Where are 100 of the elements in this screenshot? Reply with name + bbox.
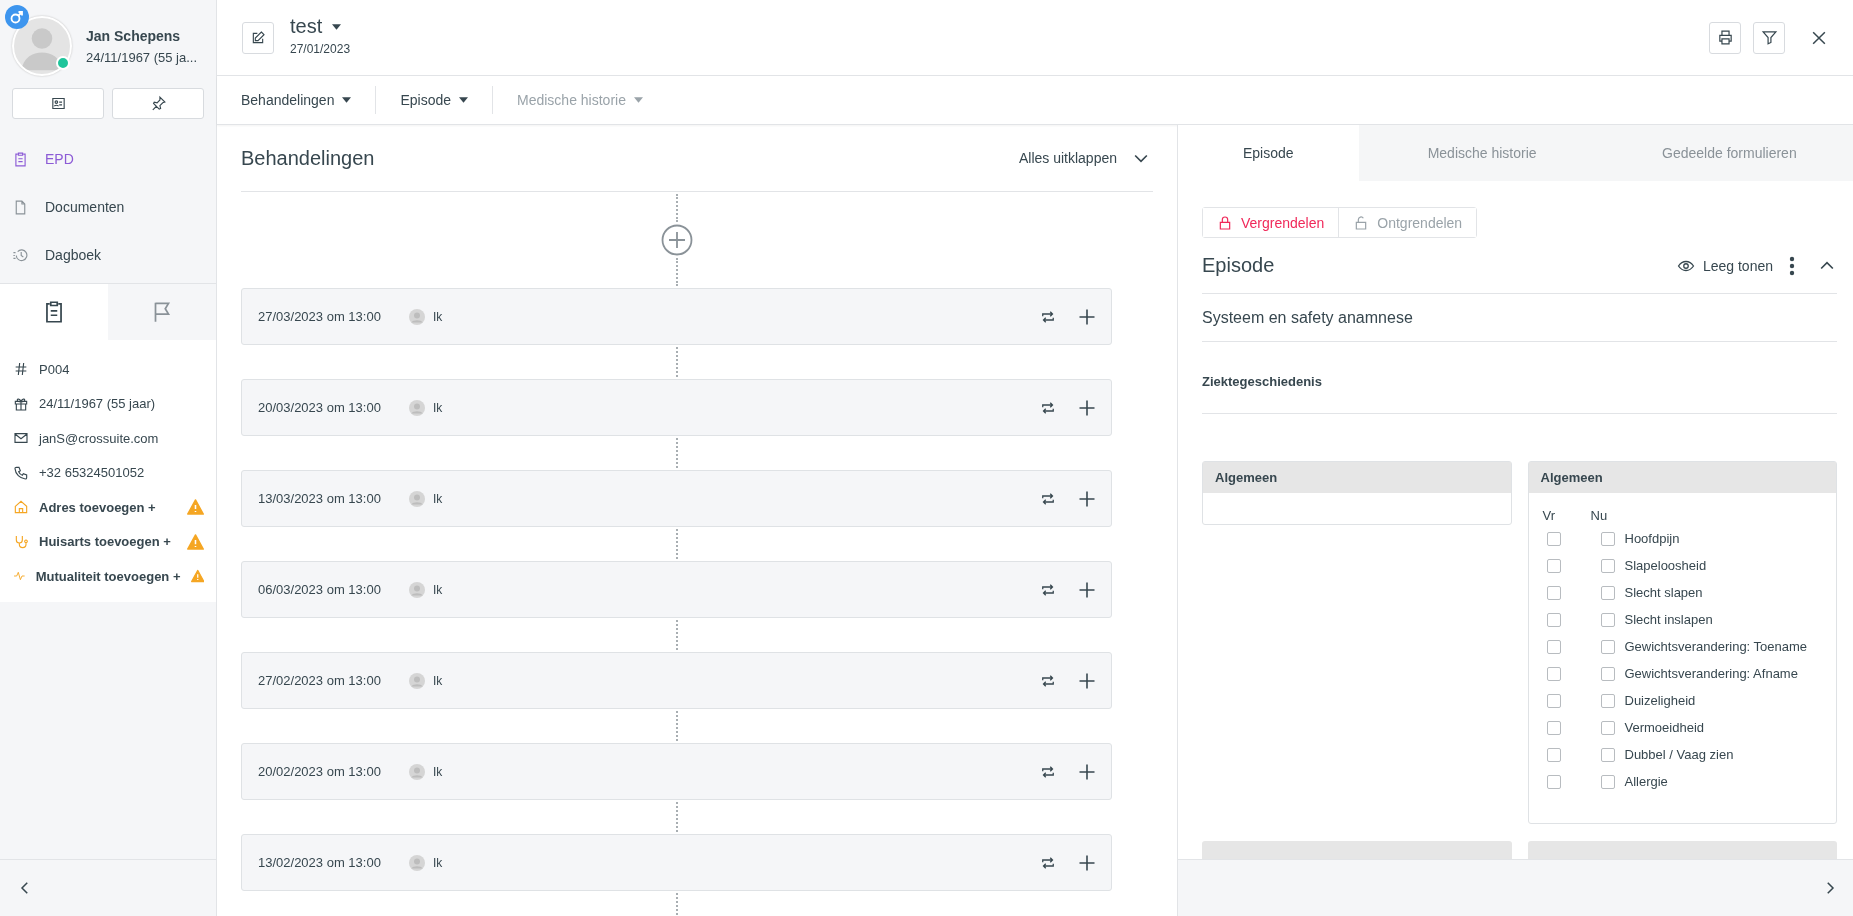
subsection-title: Systeem en safety anamnese xyxy=(1202,294,1837,342)
column-header: Nu xyxy=(1590,507,1609,523)
column-header: Vr xyxy=(1542,507,1557,523)
clipboard-icon xyxy=(12,150,29,168)
sidebar-nav-item[interactable]: Documenten xyxy=(0,183,216,231)
panel-header: Algemeen xyxy=(1203,462,1511,493)
caret-icon xyxy=(342,97,352,103)
show-empty-toggle[interactable]: Leeg tonen xyxy=(1676,256,1773,275)
add-link[interactable]: Adres toevoegen + xyxy=(39,499,177,515)
treatment-user: Ik xyxy=(432,582,443,597)
checkbox[interactable] xyxy=(1546,693,1561,708)
detail-text: P004 xyxy=(39,361,71,377)
expand-all-toggle[interactable]: Alles uitklappen xyxy=(1018,148,1151,168)
checkbox[interactable] xyxy=(1600,639,1615,654)
checkbox[interactable] xyxy=(1546,612,1561,627)
user-avatar-icon xyxy=(408,672,425,689)
checkbox[interactable] xyxy=(1600,693,1615,708)
treatment-date: 13/03/2023 om 13:00 xyxy=(258,491,381,506)
section-title: Episode xyxy=(1202,254,1275,277)
treatment-card[interactable]: 06/03/2023 om 13:00 Ik xyxy=(241,561,1112,618)
treatment-user: Ik xyxy=(432,855,443,870)
more-options-icon[interactable] xyxy=(1789,255,1795,276)
treatment-card[interactable]: 27/03/2023 om 13:00 Ik xyxy=(241,288,1112,345)
treatment-date: 27/02/2023 om 13:00 xyxy=(258,673,381,688)
filter-icon xyxy=(1760,29,1778,46)
checkbox[interactable] xyxy=(1546,774,1561,789)
sidebar-nav-item[interactable]: Dagboek xyxy=(0,231,216,279)
treatment-card[interactable]: 20/02/2023 om 13:00 Ik xyxy=(241,743,1112,800)
checkbox[interactable] xyxy=(1600,558,1615,573)
title-dropdown[interactable]: test xyxy=(290,15,351,38)
pencil-icon xyxy=(250,29,266,46)
sidebar-nav-item[interactable]: EPD xyxy=(0,135,216,183)
checkbox[interactable] xyxy=(1600,666,1615,681)
detail-text: janS@crossuite.com xyxy=(39,430,160,446)
treatment-date: 27/03/2023 om 13:00 xyxy=(258,309,381,324)
section-title: Behandelingen xyxy=(241,146,375,170)
treatment-date: 20/02/2023 om 13:00 xyxy=(258,764,381,779)
checkbox[interactable] xyxy=(1546,531,1561,546)
add-link[interactable]: Mutualiteit toevoegen + xyxy=(35,568,181,584)
section-menu-tab[interactable]: Episode xyxy=(400,92,468,108)
checkbox[interactable] xyxy=(1600,531,1615,546)
user-avatar-icon xyxy=(408,854,425,871)
edit-button[interactable] xyxy=(242,21,274,54)
gift-icon xyxy=(13,395,29,412)
checkbox[interactable] xyxy=(1546,585,1561,600)
patient-name: Jan Schepens xyxy=(86,27,182,44)
symptom-label: Slapeloosheid xyxy=(1624,558,1707,573)
printer-icon xyxy=(1716,29,1734,46)
panel-header: Algemeen xyxy=(1528,462,1836,493)
treatment-card[interactable]: 20/03/2023 om 13:00 Ik xyxy=(241,379,1112,436)
print-button[interactable] xyxy=(1709,21,1741,54)
symptom-label: Hoofdpijn xyxy=(1624,531,1680,546)
treatment-card[interactable]: 13/03/2023 om 13:00 Ik xyxy=(241,470,1112,527)
checkbox[interactable] xyxy=(1600,612,1615,627)
treatment-user: Ik xyxy=(432,400,443,415)
patient-birthdate: 24/11/1967 (55 ja... xyxy=(86,49,198,65)
contact-card-button[interactable] xyxy=(12,88,104,119)
treatment-user: Ik xyxy=(432,491,443,506)
add-circle-icon[interactable] xyxy=(660,224,693,256)
user-avatar-icon xyxy=(408,581,425,598)
user-avatar-icon xyxy=(408,399,425,416)
warning-icon xyxy=(190,568,204,585)
symptom-label: Slecht inslapen xyxy=(1624,612,1713,627)
contact-card-icon xyxy=(49,95,67,112)
treatment-date: 06/03/2023 om 13:00 xyxy=(258,582,381,597)
symptom-label: Gewichtsverandering: Afname xyxy=(1624,666,1798,681)
checkbox[interactable] xyxy=(1600,774,1615,789)
user-avatar-icon xyxy=(408,763,425,780)
checkbox[interactable] xyxy=(1600,720,1615,735)
symptom-label: Dubbel / Vaag zien xyxy=(1624,747,1734,762)
sidebar-tab[interactable] xyxy=(0,284,108,340)
treatment-card[interactable]: 13/02/2023 om 13:00 Ik xyxy=(241,834,1112,891)
symptom-label: Gewichtsverandering: Toename xyxy=(1624,639,1808,654)
symptom-label: Duizeligheid xyxy=(1624,693,1696,708)
checkbox[interactable] xyxy=(1546,720,1561,735)
field-label: Ziektegeschiedenis xyxy=(1202,374,1322,389)
hash-icon xyxy=(13,361,29,378)
checkbox[interactable] xyxy=(1546,747,1561,762)
checkbox[interactable] xyxy=(1600,747,1615,762)
detail-text: 24/11/1967 (55 jaar) xyxy=(39,396,157,412)
detail-text: +32 65324501052 xyxy=(39,465,146,481)
warning-icon xyxy=(187,499,204,516)
add-link[interactable]: Huisarts toevoegen + xyxy=(39,534,177,550)
house-icon xyxy=(13,499,29,516)
clock-list-icon xyxy=(12,246,29,264)
male-symbol-icon xyxy=(5,5,29,29)
checkbox[interactable] xyxy=(1546,639,1561,654)
checkbox[interactable] xyxy=(1600,585,1615,600)
filter-button[interactable] xyxy=(1753,21,1785,54)
phone-icon xyxy=(13,464,29,481)
treatment-card[interactable]: 27/02/2023 om 13:00 Ik xyxy=(241,652,1112,709)
checkbox[interactable] xyxy=(1546,558,1561,573)
section-menu-tab[interactable]: Behandelingen xyxy=(241,92,352,108)
treatment-user: Ik xyxy=(432,309,443,324)
caret-icon xyxy=(459,97,468,103)
pin-icon xyxy=(149,95,167,112)
lock-icon xyxy=(1217,214,1233,231)
caret-icon xyxy=(332,23,342,30)
user-avatar-icon xyxy=(408,308,425,325)
checkbox[interactable] xyxy=(1546,666,1561,681)
